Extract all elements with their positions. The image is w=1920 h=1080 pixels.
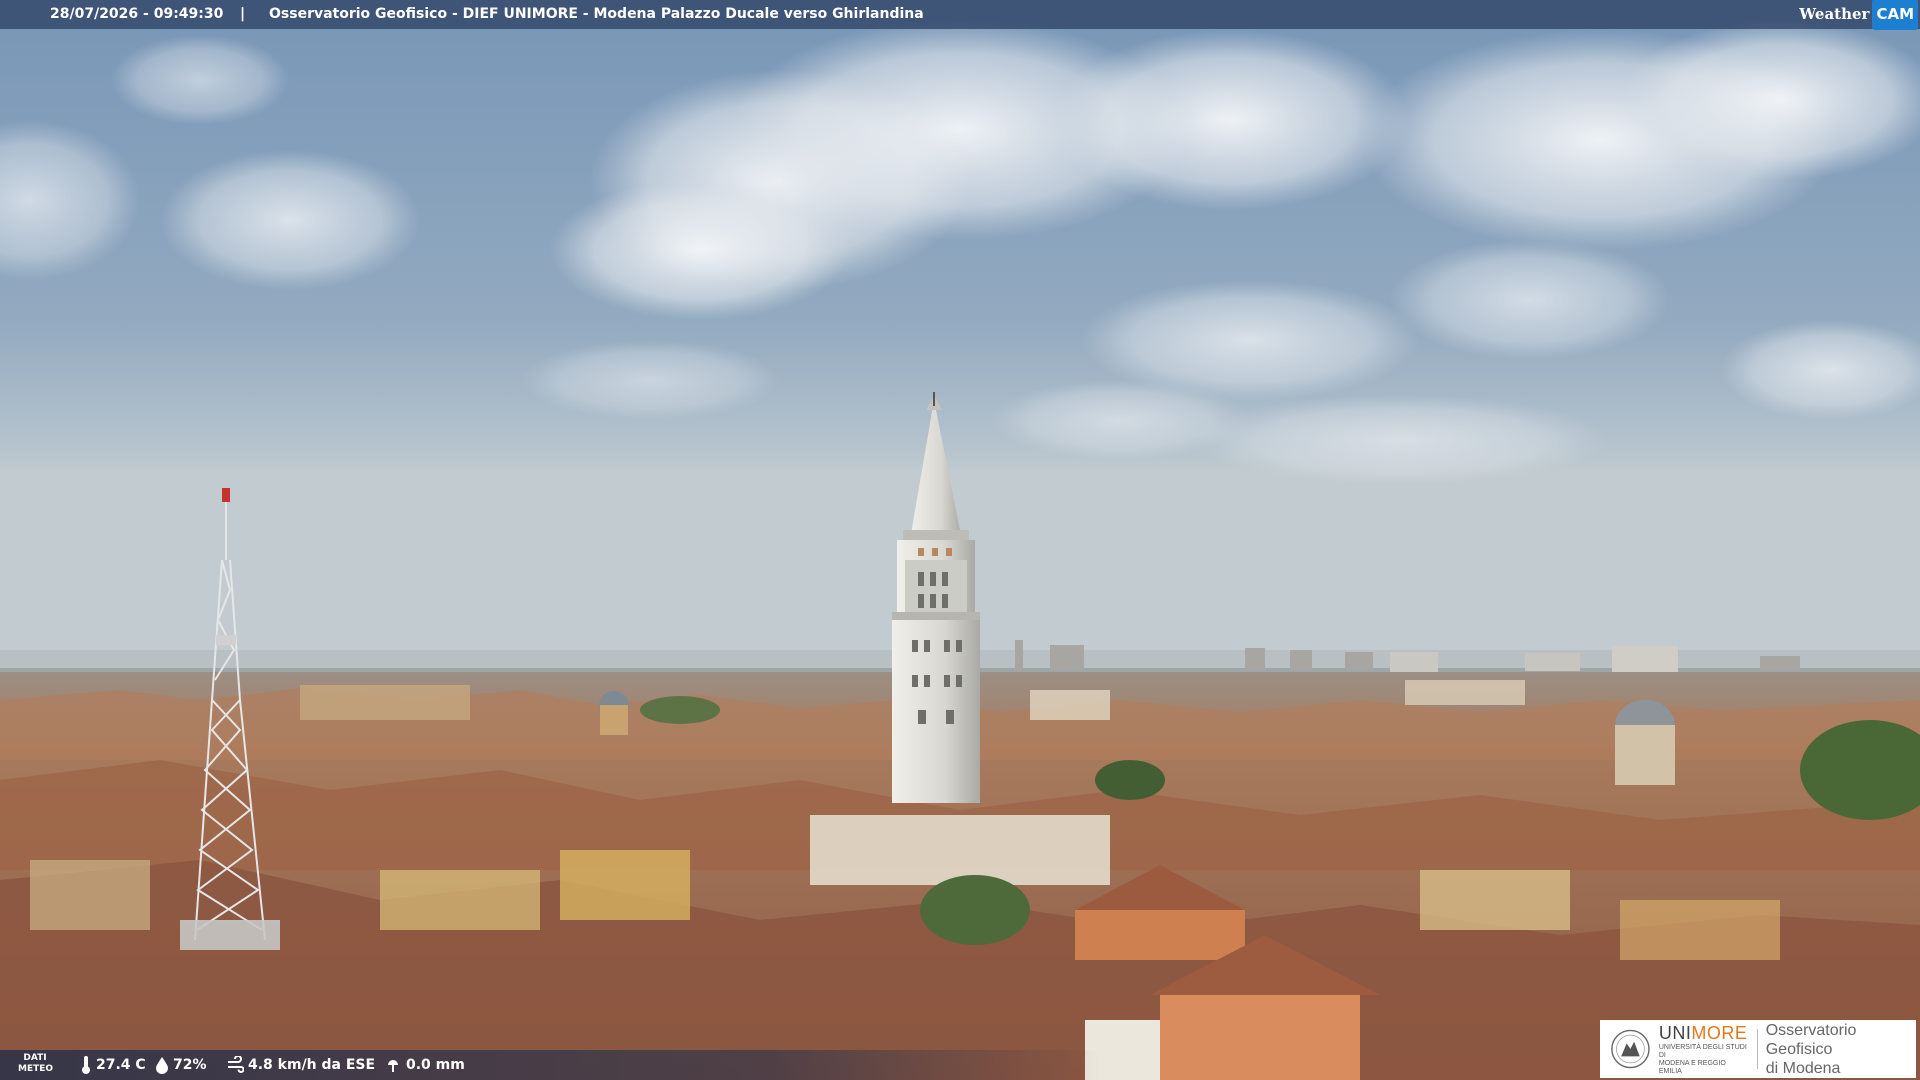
wind-icon xyxy=(228,1056,244,1073)
humidity-reading: 72% xyxy=(155,1050,207,1080)
weathercam-logo-cam: CAM xyxy=(1872,0,1918,30)
weathercam-logo: Weather CAM xyxy=(1799,0,1918,30)
water-drop-icon xyxy=(156,1057,168,1074)
observatory-name: Osservatorio Geofisico di Modena xyxy=(1765,1021,1857,1077)
wind-value: 4.8 km/h da ESE xyxy=(248,1057,376,1073)
thermometer-icon xyxy=(82,1056,90,1074)
temperature-value: 27.4 C xyxy=(96,1057,146,1073)
timestamp: 28/07/2026 - 09:49:30 xyxy=(50,6,224,22)
caption-separator: | xyxy=(240,6,246,22)
webcam-image xyxy=(0,0,1920,1080)
logo-divider xyxy=(1756,1029,1758,1069)
rain-value: 0.0 mm xyxy=(406,1057,465,1073)
university-seal-icon xyxy=(1611,1029,1650,1069)
unimore-observatory-logo: UNIMORE UNIVERSITÀ DEGLI STUDI DI MODENA… xyxy=(1600,1020,1916,1078)
wind-reading: 4.8 km/h da ESE xyxy=(226,1050,375,1080)
weather-data-bar: DATI METEO 27.4 C 72% 4.8 km/h da ESE 0.… xyxy=(0,1050,1100,1080)
camera-caption-bar: 28/07/2026 - 09:49:30 | Osservatorio Geo… xyxy=(0,0,1920,30)
weathercam-logo-weather: Weather xyxy=(1799,4,1870,23)
camera-location: Osservatorio Geofisico - DIEF UNIMORE - … xyxy=(269,6,924,22)
unimore-wordmark: UNIMORE UNIVERSITÀ DEGLI STUDI DI MODENA… xyxy=(1658,1022,1748,1075)
temperature-reading: 27.4 C xyxy=(80,1050,146,1080)
rain-icon xyxy=(388,1060,398,1072)
weather-data-label: DATI METEO xyxy=(18,1053,54,1074)
rain-reading: 0.0 mm xyxy=(384,1050,465,1080)
humidity-value: 72% xyxy=(173,1057,207,1073)
